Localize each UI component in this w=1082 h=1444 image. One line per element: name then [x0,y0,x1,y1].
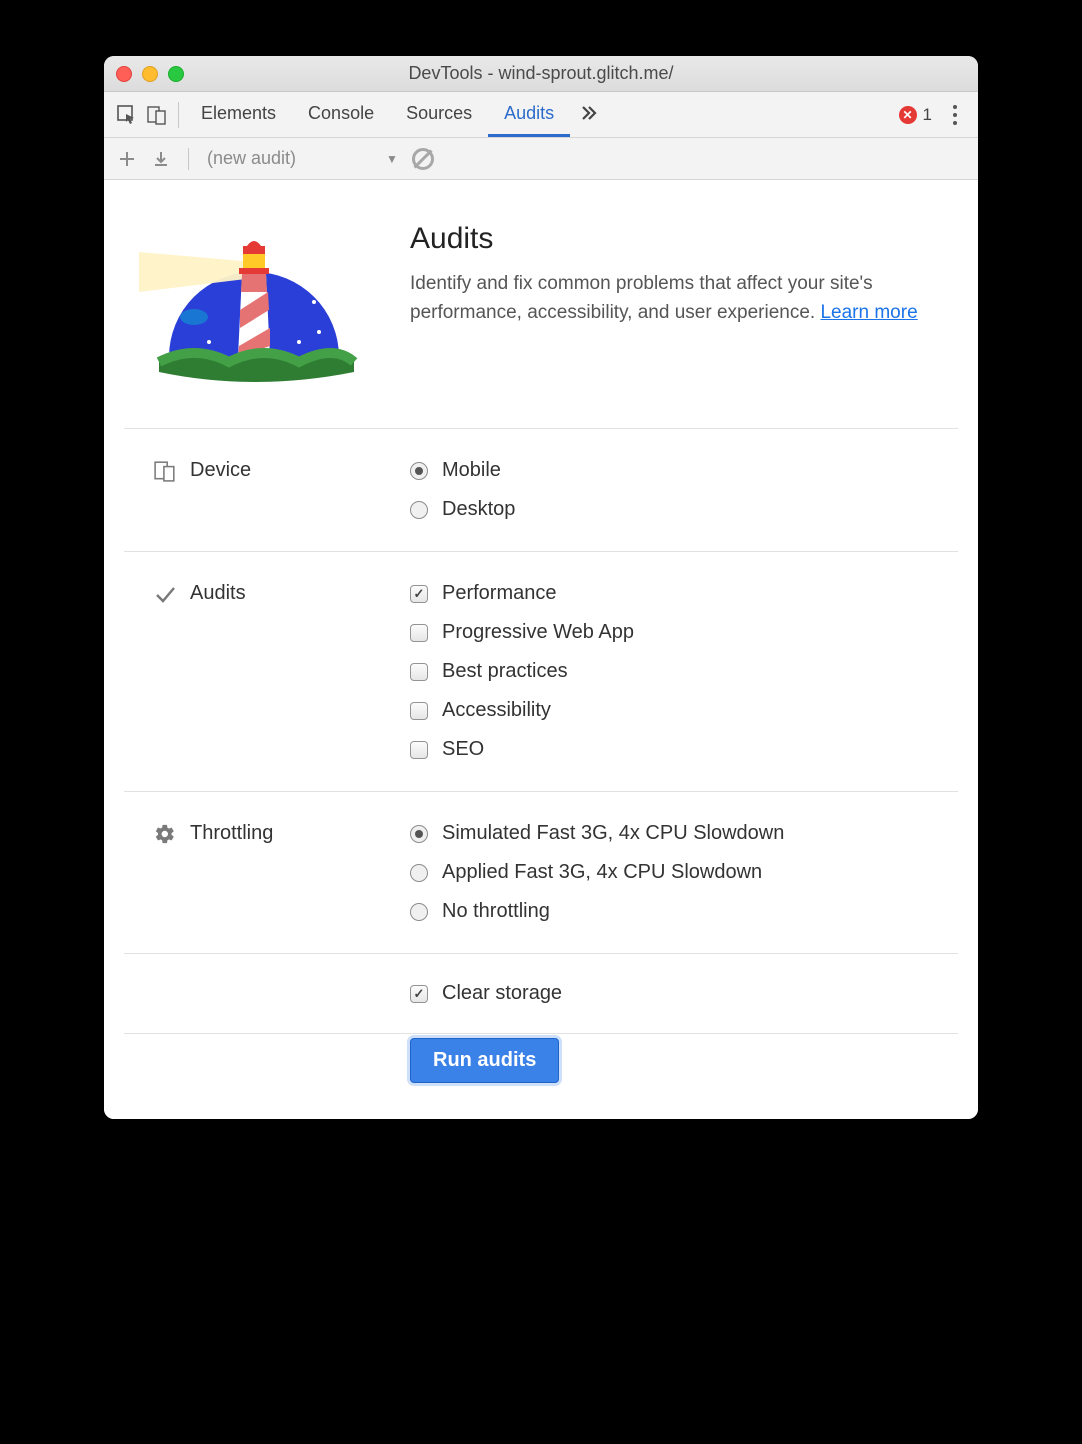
devtools-tabbar: Elements Console Sources Audits ✕ 1 [104,92,978,138]
throttling-option-applied[interactable]: Applied Fast 3G, 4x CPU Slowdown [410,861,784,884]
radio-icon [410,903,428,921]
audit-selector[interactable]: (new audit) ▼ [203,146,402,171]
window-title: DevTools - wind-sprout.glitch.me/ [104,63,978,84]
titlebar: DevTools - wind-sprout.glitch.me/ [104,56,978,92]
checkbox-icon [410,624,428,642]
minimize-window-button[interactable] [142,66,158,82]
tab-console[interactable]: Console [292,92,390,137]
throttling-option-none[interactable]: No throttling [410,900,784,923]
audit-option-best-practices[interactable]: Best practices [410,660,634,683]
section-throttling: Throttling Simulated Fast 3G, 4x CPU Slo… [124,792,958,954]
device-toolbar-icon[interactable] [142,100,172,130]
new-audit-icon[interactable] [114,146,140,172]
tab-sources[interactable]: Sources [390,92,488,137]
audit-option-pwa[interactable]: Progressive Web App [410,621,634,644]
clear-icon[interactable] [410,146,436,172]
checkbox-icon [410,985,428,1003]
clear-storage-option[interactable]: Clear storage [410,982,562,1005]
section-audits: Audits Performance Progressive Web App B… [124,552,958,792]
window-controls [116,66,184,82]
zoom-window-button[interactable] [168,66,184,82]
error-count-value: 1 [923,105,932,125]
close-window-button[interactable] [116,66,132,82]
run-audits-button[interactable]: Run audits [410,1038,559,1083]
audits-label: Audits [190,582,246,605]
learn-more-link[interactable]: Learn more [820,302,917,323]
gear-icon [154,823,176,845]
tabs: Elements Console Sources Audits [185,92,608,137]
audits-hero: Audits Identify and fix common problems … [124,180,958,429]
checkbox-icon [410,741,428,759]
device-icon [154,460,176,482]
download-icon[interactable] [148,146,174,172]
throttling-label: Throttling [190,822,273,845]
radio-icon [410,462,428,480]
inspect-element-icon[interactable] [112,100,142,130]
throttling-option-simulated[interactable]: Simulated Fast 3G, 4x CPU Slowdown [410,822,784,845]
checkbox-icon [410,663,428,681]
device-label: Device [190,459,251,482]
audits-description: Identify and fix common problems that af… [410,270,948,327]
audit-option-performance[interactable]: Performance [410,582,634,605]
checkbox-icon [410,585,428,603]
device-option-desktop[interactable]: Desktop [410,498,515,521]
divider [178,102,179,128]
radio-icon [410,864,428,882]
tabs-overflow[interactable] [570,92,608,137]
checkbox-icon [410,702,428,720]
tab-elements[interactable]: Elements [185,92,292,137]
checkmark-icon [154,583,176,605]
section-device: Device Mobile Desktop [124,429,958,552]
tab-audits[interactable]: Audits [488,92,570,137]
error-count[interactable]: ✕ 1 [899,105,932,125]
radio-icon [410,501,428,519]
error-icon: ✕ [899,106,917,124]
audit-option-accessibility[interactable]: Accessibility [410,699,634,722]
chevron-double-right-icon [580,104,598,122]
lighthouse-illustration [134,222,374,392]
devtools-menu-button[interactable] [940,100,970,130]
section-clear-storage: Clear storage [124,954,958,1034]
audit-selector-label: (new audit) [207,148,296,169]
audits-panel: Audits Identify and fix common problems … [104,180,978,1119]
audit-option-seo[interactable]: SEO [410,738,634,761]
radio-icon [410,825,428,843]
chevron-down-icon: ▼ [386,152,398,166]
divider [188,148,189,170]
audits-subbar: (new audit) ▼ [104,138,978,180]
device-option-mobile[interactable]: Mobile [410,459,515,482]
audits-title: Audits [410,222,948,256]
devtools-window: DevTools - wind-sprout.glitch.me/ Elemen… [104,56,978,1119]
